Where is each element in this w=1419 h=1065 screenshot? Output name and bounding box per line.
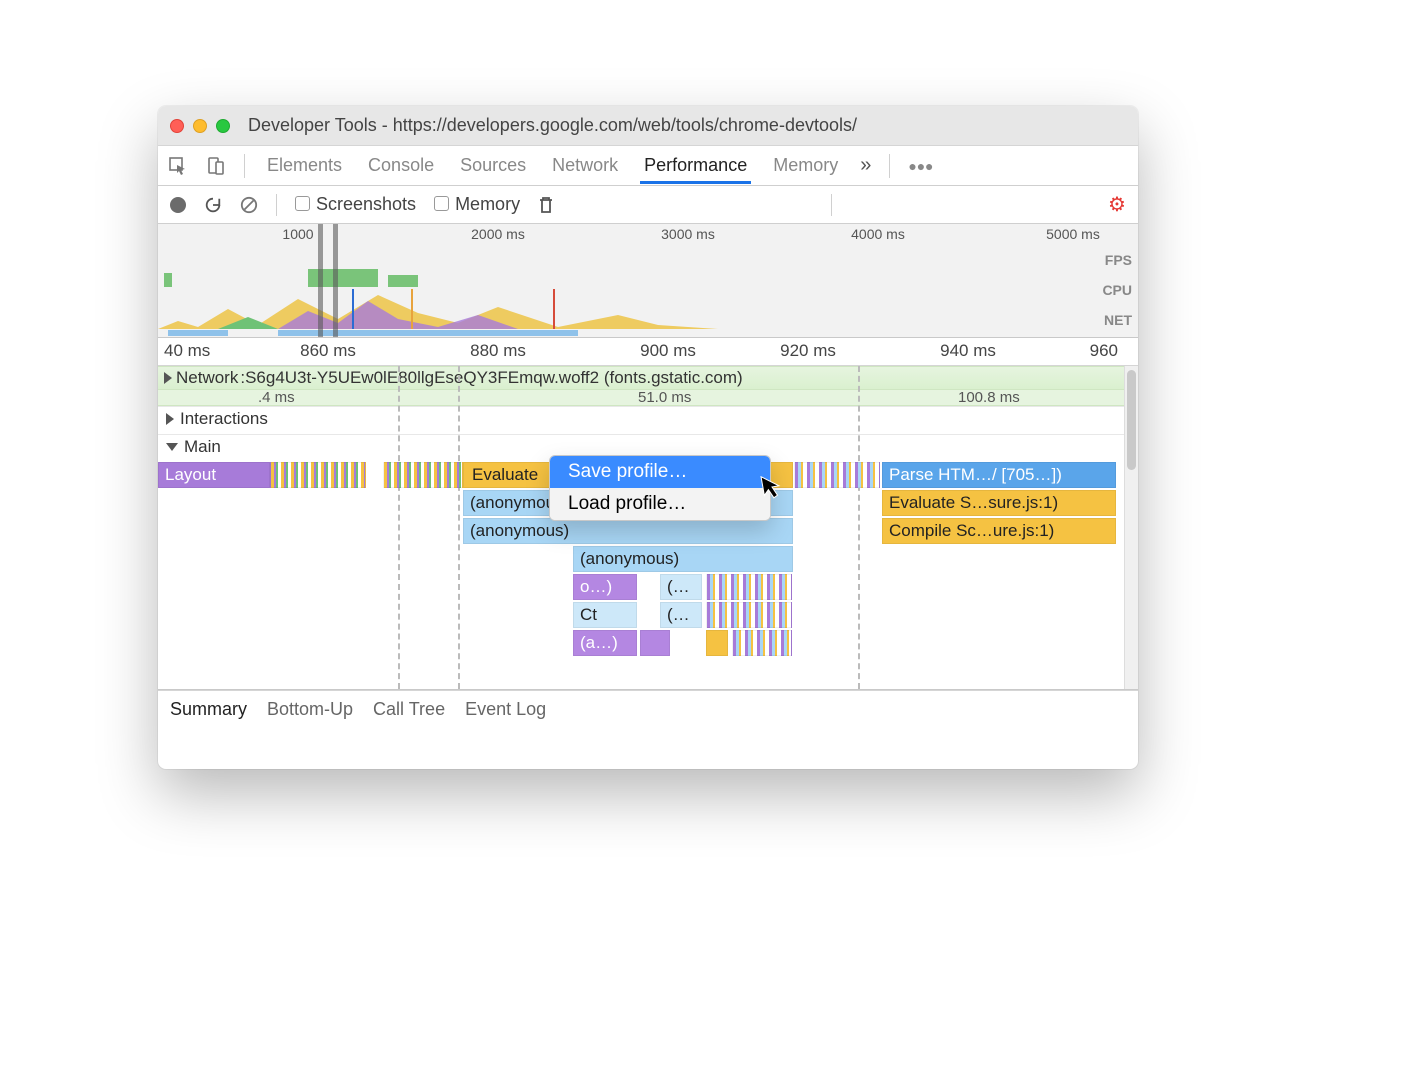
screenshots-checkbox[interactable]: Screenshots bbox=[295, 194, 416, 215]
flame-bar-o[interactable]: o…) bbox=[573, 574, 637, 600]
flame-bar-paren[interactable]: (… bbox=[660, 602, 702, 628]
more-tabs-icon[interactable]: » bbox=[860, 154, 871, 177]
scrollbar-thumb[interactable] bbox=[1127, 370, 1136, 470]
panel-tabs: Elements Console Sources Network Perform… bbox=[158, 146, 1138, 186]
expand-icon[interactable] bbox=[164, 372, 172, 384]
interactions-label: Interactions bbox=[180, 409, 268, 429]
flame-bar-misc[interactable] bbox=[383, 462, 463, 488]
vertical-scrollbar[interactable] bbox=[1124, 366, 1138, 689]
tab-console[interactable]: Console bbox=[364, 147, 438, 184]
record-button[interactable] bbox=[170, 197, 186, 213]
flame-bar-paren[interactable]: (… bbox=[660, 574, 702, 600]
screenshots-label: Screenshots bbox=[316, 194, 416, 214]
flame-bar-anon[interactable]: (anonymous) bbox=[463, 518, 793, 544]
window-controls bbox=[170, 119, 230, 133]
ruler-tick: 900 ms bbox=[640, 341, 696, 361]
fps-track bbox=[158, 269, 1138, 289]
flame-bar-compile[interactable]: Compile Sc…ure.js:1) bbox=[882, 518, 1116, 544]
tab-sources[interactable]: Sources bbox=[456, 147, 530, 184]
settings-gear-icon[interactable]: ⚙ bbox=[1108, 192, 1126, 217]
memory-checkbox[interactable]: Memory bbox=[434, 194, 520, 215]
overview-ruler: 1000 2000 ms 3000 ms 4000 ms 5000 ms bbox=[158, 224, 1138, 246]
flame-bar-evaluate2[interactable]: Evaluate S…sure.js:1) bbox=[882, 490, 1116, 516]
frame-time: .4 ms bbox=[258, 389, 295, 406]
reload-icon[interactable] bbox=[204, 196, 222, 214]
menu-save-profile[interactable]: Save profile… bbox=[550, 456, 770, 488]
performance-toolbar: Screenshots Memory ⚙ bbox=[158, 186, 1138, 224]
tab-elements[interactable]: Elements bbox=[263, 147, 346, 184]
overview-tick: 4000 ms bbox=[851, 226, 905, 242]
tab-performance[interactable]: Performance bbox=[640, 147, 751, 184]
minimize-window-button[interactable] bbox=[193, 119, 207, 133]
flame-bar-misc[interactable] bbox=[794, 462, 880, 488]
separator bbox=[276, 194, 277, 216]
overview-tick: 5000 ms bbox=[1046, 226, 1100, 242]
flame-bar-misc[interactable] bbox=[270, 462, 366, 488]
flame-bar-misc[interactable] bbox=[732, 630, 792, 656]
titlebar: Developer Tools - https://developers.goo… bbox=[158, 106, 1138, 146]
separator bbox=[889, 154, 890, 178]
ruler-tick: 960 bbox=[1090, 341, 1118, 361]
flame-bar-misc[interactable] bbox=[706, 574, 792, 600]
overview-tick: 1000 bbox=[282, 226, 313, 242]
overview-tick: 2000 ms bbox=[471, 226, 525, 242]
overview-tick: 3000 ms bbox=[661, 226, 715, 242]
inspect-element-icon[interactable] bbox=[168, 156, 188, 176]
ruler-tick: 40 ms bbox=[158, 341, 210, 361]
flame-bar-anon[interactable]: (anonymous) bbox=[573, 546, 793, 572]
flame-bar-layout[interactable]: Layout bbox=[158, 462, 270, 488]
overview-timeline[interactable]: 1000 2000 ms 3000 ms 4000 ms 5000 ms FPS… bbox=[158, 224, 1138, 338]
memory-label: Memory bbox=[455, 194, 520, 214]
network-track-label: Network bbox=[176, 368, 238, 388]
ruler-tick: 920 ms bbox=[780, 341, 836, 361]
flame-bar-ct[interactable]: Ct bbox=[573, 602, 637, 628]
flame-chart[interactable]: Network :S6g4U3t-Y5UEw0lE80llgEseQY3FEmq… bbox=[158, 366, 1138, 690]
expand-icon[interactable] bbox=[166, 413, 174, 425]
tab-network[interactable]: Network bbox=[548, 147, 622, 184]
flame-bar-misc[interactable] bbox=[706, 630, 728, 656]
menu-load-profile[interactable]: Load profile… bbox=[550, 488, 770, 520]
context-menu: Save profile… Load profile… bbox=[549, 455, 771, 521]
flame-bar-a[interactable]: (a…) bbox=[573, 630, 637, 656]
separator bbox=[831, 194, 832, 216]
overview-selection-handle-right[interactable] bbox=[333, 224, 338, 337]
device-toggle-icon[interactable] bbox=[206, 156, 226, 176]
net-track bbox=[158, 329, 1138, 337]
tab-bottomup[interactable]: Bottom-Up bbox=[267, 699, 353, 720]
clear-icon[interactable] bbox=[240, 196, 258, 214]
flame-bar-parsehtml[interactable]: Parse HTM…/ [705…]) bbox=[882, 462, 1116, 488]
window-title: Developer Tools - https://developers.goo… bbox=[248, 115, 1126, 136]
details-tabs: Summary Bottom-Up Call Tree Event Log bbox=[158, 690, 1138, 728]
trash-icon[interactable] bbox=[538, 196, 554, 214]
devtools-window: Developer Tools - https://developers.goo… bbox=[158, 106, 1138, 769]
separator bbox=[244, 154, 245, 178]
overview-selection-handle-left[interactable] bbox=[318, 224, 323, 337]
collapse-icon[interactable] bbox=[166, 443, 178, 451]
mouse-cursor-icon bbox=[760, 472, 784, 501]
tab-memory[interactable]: Memory bbox=[769, 147, 842, 184]
tab-summary[interactable]: Summary bbox=[170, 699, 247, 720]
cpu-track bbox=[158, 289, 1138, 329]
network-track[interactable]: Network :S6g4U3t-Y5UEw0lE80llgEseQY3FEmq… bbox=[158, 366, 1138, 390]
ruler-tick: 860 ms bbox=[300, 341, 356, 361]
main-label: Main bbox=[184, 437, 221, 457]
fps-label: FPS bbox=[1102, 252, 1132, 268]
tab-eventlog[interactable]: Event Log bbox=[465, 699, 546, 720]
flame-bar-misc[interactable] bbox=[640, 630, 670, 656]
frame-time: 51.0 ms bbox=[638, 389, 691, 406]
ruler-tick: 880 ms bbox=[470, 341, 526, 361]
interactions-track[interactable]: Interactions bbox=[158, 406, 1138, 434]
zoom-window-button[interactable] bbox=[216, 119, 230, 133]
network-request: :S6g4U3t-Y5UEw0lE80llgEseQY3FEmqw.woff2 … bbox=[240, 368, 742, 388]
flame-bar-misc[interactable] bbox=[706, 602, 792, 628]
tab-calltree[interactable]: Call Tree bbox=[373, 699, 445, 720]
detail-ruler[interactable]: 40 ms 860 ms 880 ms 900 ms 920 ms 940 ms… bbox=[158, 338, 1138, 366]
close-window-button[interactable] bbox=[170, 119, 184, 133]
frame-time: 100.8 ms bbox=[958, 389, 1020, 406]
frames-track: .4 ms 51.0 ms 100.8 ms bbox=[158, 390, 1138, 406]
kebab-menu-icon[interactable]: ● ● ● bbox=[908, 158, 931, 174]
ruler-tick: 940 ms bbox=[940, 341, 996, 361]
